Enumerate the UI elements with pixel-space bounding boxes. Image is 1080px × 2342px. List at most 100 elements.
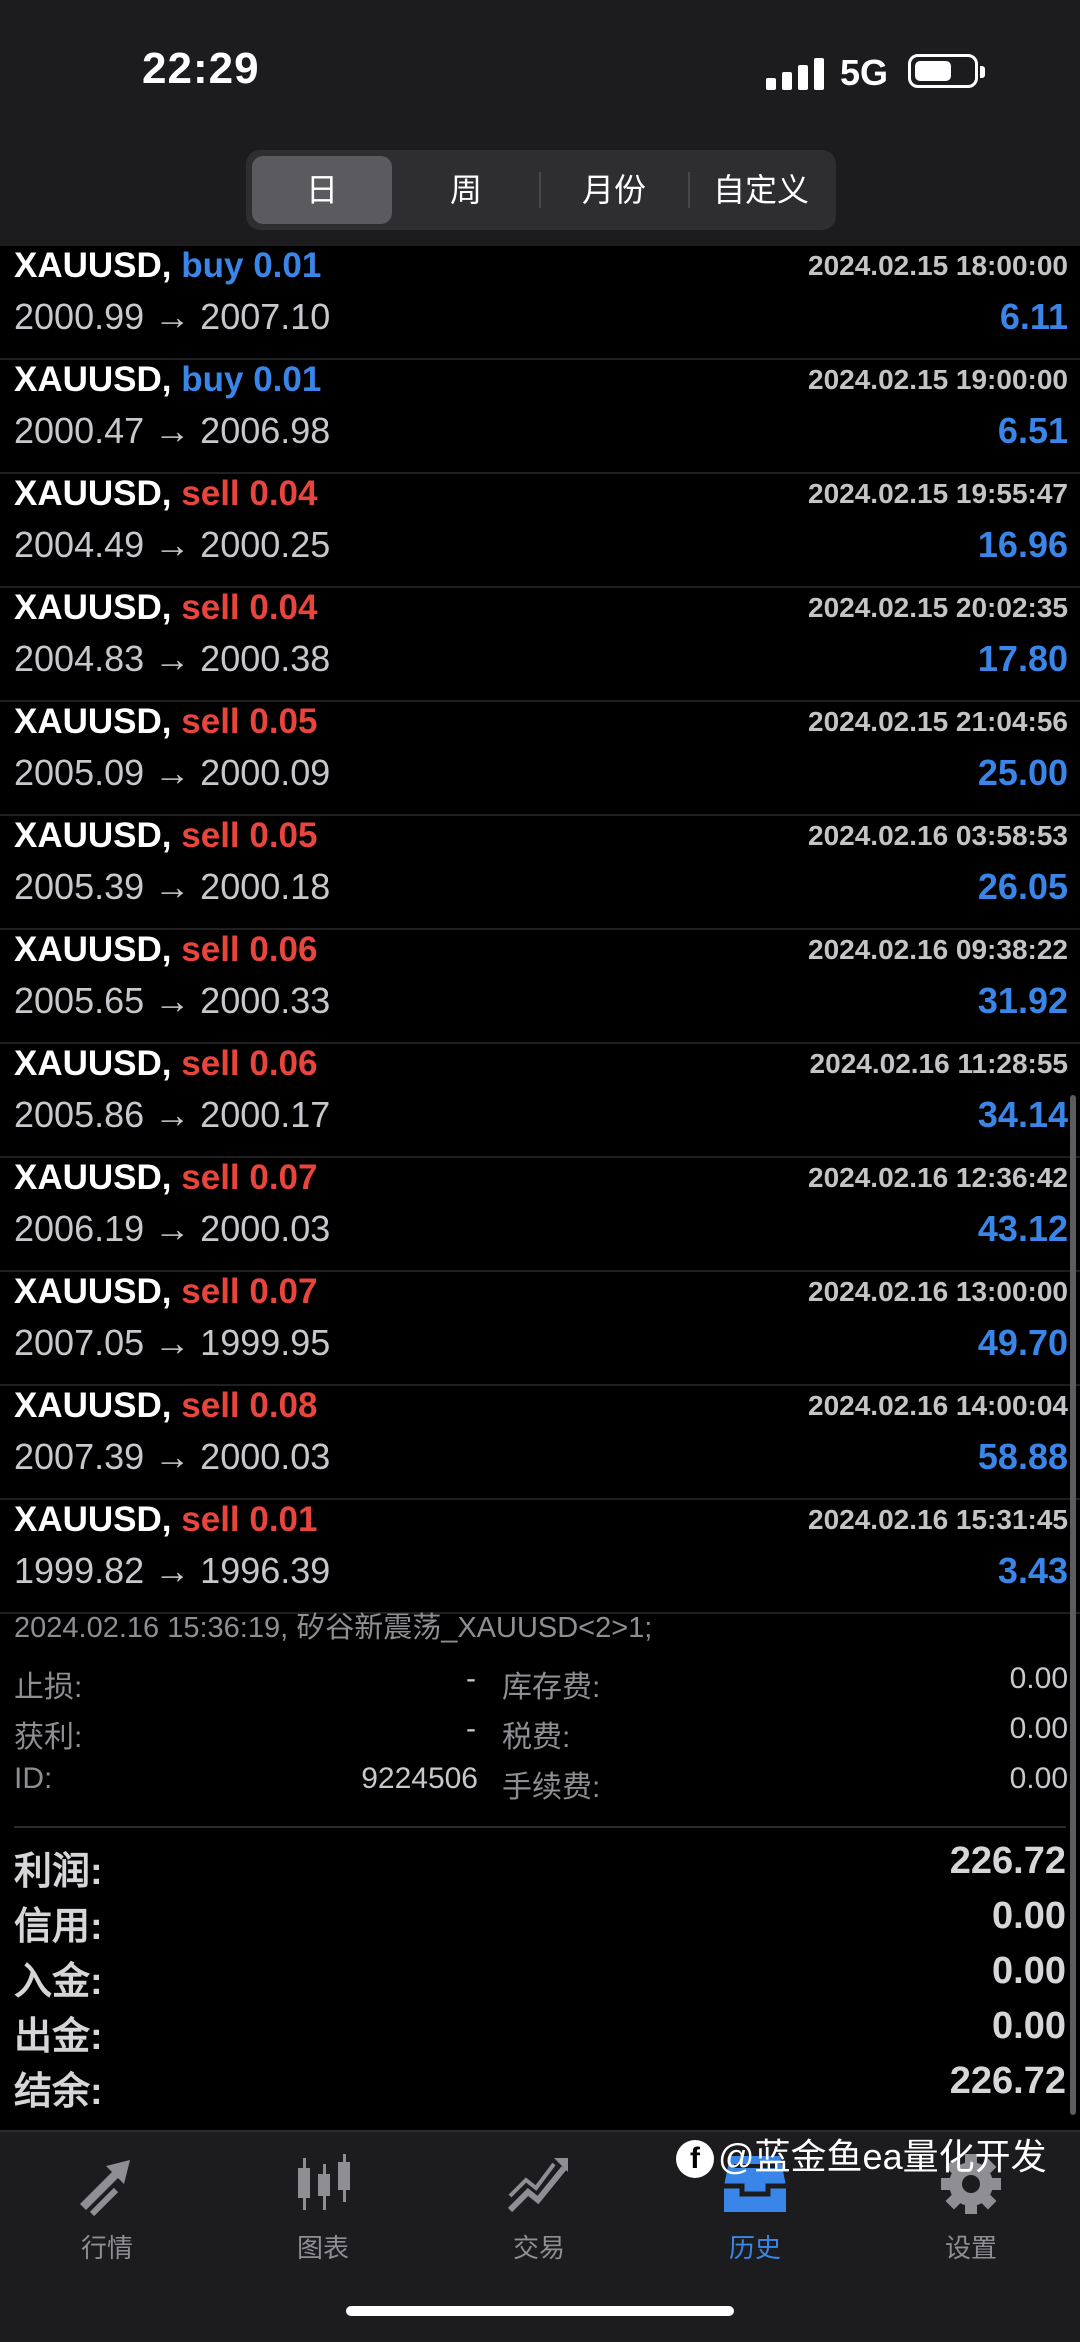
- deposit-value: 0.00: [992, 1950, 1066, 1992]
- trade-symbol: XAUUSD, buy 0.01: [14, 246, 321, 286]
- symbol-text: XAUUSD,: [14, 360, 172, 399]
- stop-loss-value: -: [466, 1662, 476, 1695]
- trade-side-lot: sell 0.05: [181, 702, 318, 741]
- symbol-text: XAUUSD,: [14, 1272, 172, 1311]
- tab-history-label: 历史: [728, 2233, 781, 2263]
- trade-profit: 16.96: [977, 524, 1068, 565]
- trade-profit: 3.43: [997, 1550, 1068, 1591]
- balance-label: 结余:: [14, 2071, 103, 2113]
- trade-prices: 2005.65 → 2000.33: [14, 980, 330, 1022]
- trade-time: 2024.02.16 12:36:42: [808, 1162, 1068, 1193]
- trade-prices: 2005.39 → 2000.18: [14, 866, 330, 908]
- close-price: 1996.39: [200, 1550, 331, 1591]
- arrow-right-icon: →: [154, 1094, 191, 1135]
- trade-prices: 2006.19 → 2000.03: [14, 1208, 330, 1250]
- trade-prices: 2005.09 → 2000.09: [14, 752, 330, 794]
- trade-chart-icon: [507, 2158, 568, 2213]
- table-row[interactable]: XAUUSD, sell 0.04 2024.02.15 19:55:47 2004…: [0, 474, 1080, 588]
- trade-time: 2024.02.15 20:02:35: [808, 592, 1068, 623]
- trade-profit: 49.70: [977, 1322, 1068, 1363]
- trade-profit: 17.80: [977, 638, 1068, 679]
- trade-time: 2024.02.15 18:00:00: [808, 250, 1068, 281]
- trade-side-lot: sell 0.05: [181, 816, 318, 855]
- close-price: 2000.03: [200, 1208, 331, 1249]
- open-price: 2004.49: [14, 524, 145, 565]
- scrollbar[interactable]: [1070, 1095, 1076, 2115]
- take-profit-label: 获利:: [14, 1721, 83, 1754]
- trade-time: 2024.02.16 15:31:45: [808, 1504, 1068, 1535]
- table-row[interactable]: XAUUSD, buy 0.01 2024.02.15 19:00:00 2000.…: [0, 360, 1080, 474]
- watermark-text: @蓝金鱼ea量化开发: [718, 2136, 1047, 2177]
- open-price: 2005.39: [14, 866, 145, 907]
- symbol-text: XAUUSD,: [14, 930, 172, 969]
- trade-detail: 2024.02.16 15:36:19, 矽谷新震荡_XAUUSD<2>1; 止…: [0, 1600, 1080, 1830]
- trade-time: 2024.02.16 03:58:53: [808, 820, 1068, 851]
- balance-value: 226.72: [949, 2060, 1066, 2102]
- tab-quotes-label: 行情: [80, 2233, 133, 2263]
- trade-symbol: XAUUSD, sell 0.01: [14, 1500, 318, 1540]
- trade-side-lot: sell 0.04: [181, 588, 318, 627]
- trade-profit: 25.00: [977, 752, 1068, 793]
- summary-row-balance: 结余: 226.72: [0, 2060, 1080, 2115]
- swap-label: 库存费:: [502, 1671, 601, 1704]
- tab-trade-label: 交易: [512, 2233, 565, 2263]
- credit-value: 0.00: [992, 1895, 1066, 1937]
- table-row[interactable]: XAUUSD, sell 0.05 2024.02.16 03:58:53 2005…: [0, 816, 1080, 930]
- tab-week[interactable]: 周: [396, 156, 536, 224]
- trade-symbol: XAUUSD, sell 0.08: [14, 1386, 318, 1426]
- period-segmented-control: 日 周 月份 自定义: [246, 150, 836, 230]
- trade-profit: 26.05: [977, 866, 1068, 907]
- trade-symbol: XAUUSD, sell 0.05: [14, 816, 318, 856]
- table-row[interactable]: XAUUSD, sell 0.01 2024.02.16 15:31:45 1999…: [0, 1500, 1080, 1614]
- credit-label: 信用:: [14, 1906, 103, 1948]
- trade-prices: 1999.82 → 1996.39: [14, 1550, 330, 1592]
- arrow-right-icon: →: [154, 524, 191, 565]
- arrow-right-icon: →: [154, 638, 191, 679]
- arrow-right-icon: →: [154, 1550, 191, 1591]
- trade-prices: 2004.49 → 2000.25: [14, 524, 330, 566]
- tab-day[interactable]: 日: [252, 156, 392, 224]
- open-price: 2007.05: [14, 1322, 145, 1363]
- trade-profit: 31.92: [977, 980, 1068, 1021]
- tab-charts[interactable]: 图表: [248, 2152, 398, 2292]
- trade-time: 2024.02.16 11:28:55: [809, 1048, 1068, 1079]
- tab-charts-label: 图表: [296, 2233, 349, 2263]
- top-bar: 22:29 5G 日 周 月份 自定义: [0, 0, 1080, 246]
- table-row[interactable]: XAUUSD, sell 0.05 2024.02.15 21:04:56 2005…: [0, 702, 1080, 816]
- trade-time: 2024.02.16 14:00:04: [808, 1390, 1068, 1421]
- trade-time: 2024.02.16 09:38:22: [808, 934, 1068, 965]
- trade-profit: 6.51: [997, 410, 1068, 451]
- arrow-right-icon: →: [154, 752, 191, 793]
- symbol-text: XAUUSD,: [14, 246, 172, 285]
- table-row[interactable]: XAUUSD, sell 0.04 2024.02.15 20:02:35 2004…: [0, 588, 1080, 702]
- close-price: 2006.98: [200, 410, 331, 451]
- symbol-text: XAUUSD,: [14, 1500, 172, 1539]
- trade-side-lot: sell 0.01: [181, 1500, 318, 1539]
- tab-custom[interactable]: 自定义: [692, 156, 830, 224]
- trade-side-lot: sell 0.06: [181, 930, 318, 969]
- close-price: 1999.95: [200, 1322, 331, 1363]
- table-row[interactable]: XAUUSD, sell 0.06 2024.02.16 11:28:55 2005…: [0, 1044, 1080, 1158]
- trade-comment: 2024.02.16 15:36:19, 矽谷新震荡_XAUUSD<2>1;: [14, 1612, 653, 1644]
- status-time: 22:29: [142, 44, 260, 93]
- table-row[interactable]: XAUUSD, sell 0.06 2024.02.16 09:38:22 2005…: [0, 930, 1080, 1044]
- tax-label: 税费:: [502, 1721, 571, 1754]
- open-price: 2004.83: [14, 638, 145, 679]
- profit-value: 226.72: [949, 1840, 1066, 1882]
- trade-time: 2024.02.16 13:00:00: [808, 1276, 1068, 1307]
- tab-trade[interactable]: 交易: [464, 2152, 614, 2292]
- network-type: 5G: [840, 52, 889, 93]
- arrow-right-icon: →: [154, 1208, 191, 1249]
- trade-side-lot: sell 0.04: [181, 474, 318, 513]
- close-price: 2000.03: [200, 1436, 331, 1477]
- table-row[interactable]: XAUUSD, sell 0.07 2024.02.16 12:36:42 2006…: [0, 1158, 1080, 1272]
- table-row[interactable]: XAUUSD, buy 0.01 2024.02.15 18:00:00 2000.…: [0, 246, 1080, 360]
- tab-quotes[interactable]: 行情: [32, 2152, 182, 2292]
- table-row[interactable]: XAUUSD, sell 0.08 2024.02.16 14:00:04 2007…: [0, 1386, 1080, 1500]
- trade-prices: 2000.99 → 2007.10: [14, 296, 330, 338]
- tab-month[interactable]: 月份: [542, 156, 686, 224]
- summary-row-deposit: 入金: 0.00: [0, 1950, 1080, 2005]
- trade-prices: 2007.39 → 2000.03: [14, 1436, 330, 1478]
- symbol-text: XAUUSD,: [14, 816, 172, 855]
- table-row[interactable]: XAUUSD, sell 0.07 2024.02.16 13:00:00 2007…: [0, 1272, 1080, 1386]
